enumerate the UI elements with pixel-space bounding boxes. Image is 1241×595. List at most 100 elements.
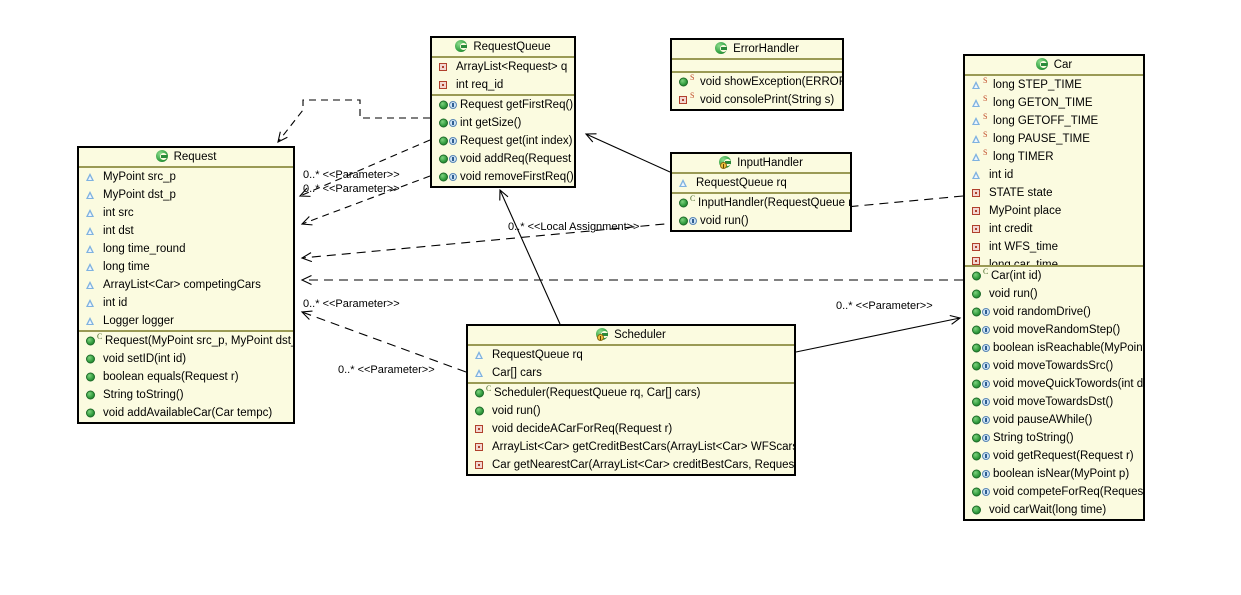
method-row[interactable]: C Scheduler(RequestQueue rq, Car[] cars)	[468, 384, 794, 402]
attribute-row[interactable]: int src	[79, 204, 293, 222]
attribute-row[interactable]: int dst	[79, 222, 293, 240]
attribute-row[interactable]: long time_round	[79, 240, 293, 258]
attribute-row[interactable]: ArrayList<Car> competingCars	[79, 276, 293, 294]
uml-class-input-handler[interactable]: InputHandler RequestQueue rq C InputHandler…	[670, 152, 852, 232]
attribute-row[interactable]: int id	[965, 166, 1143, 184]
method-row[interactable]: void pauseAWhile()	[965, 411, 1143, 429]
package-visibility-icon	[86, 299, 94, 307]
uml-class-car[interactable]: Car Slong STEP_TIME Slong GETON_TIME Slong …	[963, 54, 1145, 521]
class-title-scheduler[interactable]: Scheduler	[468, 326, 794, 346]
attribute-row[interactable]: MyPoint src_p	[79, 168, 293, 186]
method-row[interactable]: Request getFirstReq()	[432, 96, 574, 114]
method-row[interactable]: void setID(int id)	[79, 350, 293, 368]
package-visibility-icon	[86, 245, 94, 253]
method-row[interactable]: void moveRandomStep()	[965, 321, 1143, 339]
method-row[interactable]: C InputHandler(RequestQueue rq)	[672, 194, 850, 212]
method-row[interactable]: void run()	[965, 285, 1143, 303]
class-title-input-handler[interactable]: InputHandler	[672, 154, 850, 174]
method-row[interactable]: void randomDrive()	[965, 303, 1143, 321]
attribute-row[interactable]: MyPoint place	[965, 202, 1143, 220]
method-row[interactable]: void addAvailableCar(Car tempc)	[79, 404, 293, 422]
attribute-row[interactable]: Slong TIMER	[965, 148, 1143, 166]
method-row[interactable]: Car getNearestCar(ArrayList<Car> creditB…	[468, 456, 794, 474]
method-row[interactable]: void run()	[672, 212, 850, 230]
synchronized-modifier-icon	[982, 416, 990, 424]
public-visibility-icon	[86, 390, 95, 400]
class-icon	[715, 42, 728, 54]
uml-class-error-handler[interactable]: ErrorHandler Svoid showException(ERROR e)…	[670, 38, 844, 111]
synchronized-modifier-icon	[982, 380, 990, 388]
method-row[interactable]: Svoid showException(ERROR e)	[672, 73, 842, 91]
method-row[interactable]: int getSize()	[432, 114, 574, 132]
attribute-row[interactable]: RequestQueue rq	[672, 174, 850, 192]
method-row[interactable]: String toString()	[79, 386, 293, 404]
method-row[interactable]: Request get(int index)	[432, 132, 574, 150]
method-row[interactable]: void carWait(long time)	[965, 501, 1143, 519]
synchronized-modifier-icon	[982, 344, 990, 352]
methods-section-input-handler: C InputHandler(RequestQueue rq) void run()	[672, 194, 850, 230]
method-row[interactable]: Svoid consolePrint(String s)	[672, 91, 842, 109]
attribute-row[interactable]: int id	[79, 294, 293, 312]
constructor-modifier-icon: C	[486, 384, 492, 393]
attribute-row[interactable]: Logger logger	[79, 312, 293, 330]
uml-class-request[interactable]: Request MyPoint src_p MyPoint dst_pint src…	[77, 146, 295, 424]
attribute-row[interactable]: STATE state	[965, 184, 1143, 202]
method-row[interactable]: C Request(MyPoint src_p, MyPoint dst_p)	[79, 332, 293, 350]
synchronized-modifier-icon	[982, 362, 990, 370]
method-row[interactable]: void addReq(Request r)	[432, 150, 574, 168]
member-label: ArrayList<Car> getCreditBestCars(ArrayLi…	[492, 441, 794, 453]
method-row[interactable]: void moveTowardsSrc()	[965, 357, 1143, 375]
class-thread-icon	[719, 156, 732, 169]
attribute-row[interactable]: ArrayList<Request> q	[432, 58, 574, 76]
constructor-modifier-icon: C	[983, 267, 989, 276]
uml-class-scheduler[interactable]: Scheduler RequestQueue rq Car[] cars C Sched…	[466, 324, 796, 476]
member-label: MyPoint dst_p	[103, 189, 176, 201]
static-modifier-icon: S	[690, 91, 695, 100]
attribute-row[interactable]: int WFS_time	[965, 238, 1143, 256]
attributes-section-scheduler: RequestQueue rq Car[] cars	[468, 346, 794, 384]
method-row[interactable]: boolean isReachable(MyPoint p)	[965, 339, 1143, 357]
method-row[interactable]: void moveTowardsDst()	[965, 393, 1143, 411]
public-visibility-icon	[86, 372, 95, 382]
uml-class-request-queue[interactable]: RequestQueue ArrayList<Request> q int req_…	[430, 36, 576, 188]
method-row[interactable]: void competeForReq(Request r)	[965, 483, 1143, 501]
package-visibility-icon	[972, 99, 980, 107]
method-row[interactable]: void getRequest(Request r)	[965, 447, 1143, 465]
attribute-row[interactable]: MyPoint dst_p	[79, 186, 293, 204]
method-row[interactable]: void moveQuickTowords(int dst)	[965, 375, 1143, 393]
class-title-error-handler[interactable]: ErrorHandler	[672, 40, 842, 60]
public-visibility-icon	[439, 100, 448, 110]
member-label: boolean equals(Request r)	[103, 371, 239, 383]
public-visibility-icon	[972, 325, 981, 335]
attribute-row[interactable]: long time	[79, 258, 293, 276]
method-row[interactable]: void decideACarForReq(Request r)	[468, 420, 794, 438]
method-row[interactable]: boolean equals(Request r)	[79, 368, 293, 386]
attribute-row[interactable]: Slong GETON_TIME	[965, 94, 1143, 112]
package-visibility-icon	[86, 263, 94, 271]
attribute-row[interactable]: long car_time	[965, 256, 1143, 265]
member-label: int req_id	[456, 79, 504, 91]
class-title-request[interactable]: Request	[79, 148, 293, 168]
package-visibility-icon	[972, 135, 980, 143]
edge-scheduler-to-request-param	[300, 310, 467, 373]
private-visibility-icon	[972, 189, 980, 197]
member-label: long GETOFF_TIME	[993, 115, 1099, 127]
attribute-row[interactable]: Slong STEP_TIME	[965, 76, 1143, 94]
method-row[interactable]: C Car(int id)	[965, 267, 1143, 285]
attributes-section-request-queue: ArrayList<Request> q int req_id	[432, 58, 574, 96]
package-visibility-icon	[86, 281, 94, 289]
attribute-row[interactable]: int credit	[965, 220, 1143, 238]
method-row[interactable]: boolean isNear(MyPoint p)	[965, 465, 1143, 483]
attribute-row[interactable]: Slong GETOFF_TIME	[965, 112, 1143, 130]
attribute-row[interactable]: Car[] cars	[468, 364, 794, 382]
attribute-row[interactable]: int req_id	[432, 76, 574, 94]
member-label: int getSize()	[460, 117, 522, 129]
class-title-car[interactable]: Car	[965, 56, 1143, 76]
method-row[interactable]: void run()	[468, 402, 794, 420]
method-row[interactable]: String toString()	[965, 429, 1143, 447]
class-title-request-queue[interactable]: RequestQueue	[432, 38, 574, 58]
attribute-row[interactable]: RequestQueue rq	[468, 346, 794, 364]
method-row[interactable]: void removeFirstReq()	[432, 168, 574, 186]
method-row[interactable]: ArrayList<Car> getCreditBestCars(ArrayLi…	[468, 438, 794, 456]
attribute-row[interactable]: Slong PAUSE_TIME	[965, 130, 1143, 148]
